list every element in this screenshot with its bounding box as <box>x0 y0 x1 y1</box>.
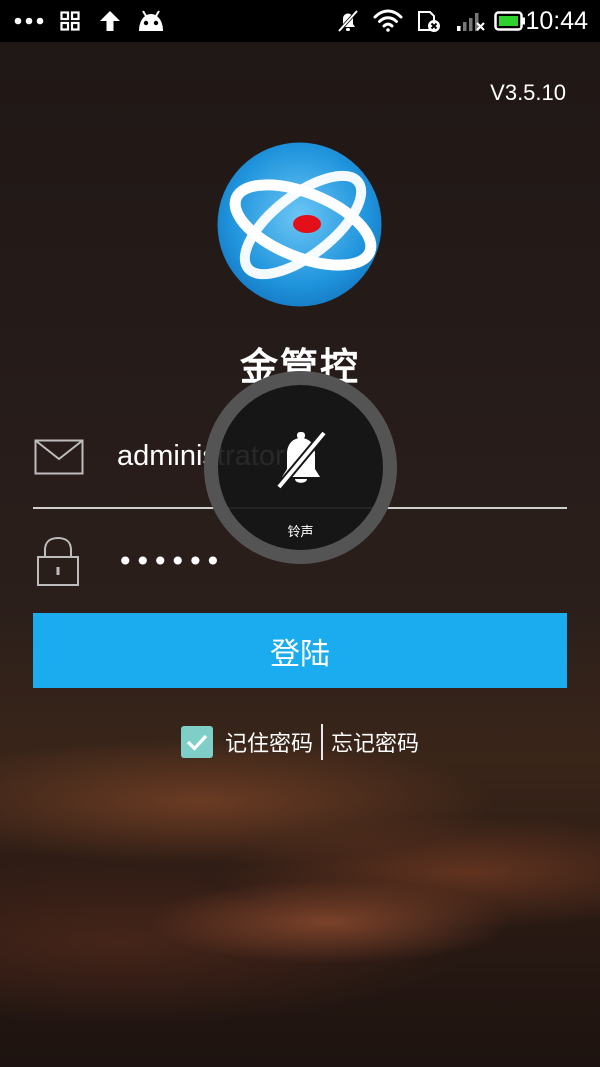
password-input[interactable]: •••••• <box>117 545 222 578</box>
wifi-icon <box>373 0 403 42</box>
ringer-label: 铃声 <box>287 525 314 540</box>
version-label: V3.5.10 <box>490 80 566 105</box>
status-time: 10:44 <box>525 7 588 35</box>
remember-checkbox[interactable] <box>181 726 213 758</box>
link-separator <box>321 724 324 760</box>
android-icon <box>136 0 166 42</box>
lock-icon <box>36 536 80 590</box>
upload-arrow-icon <box>98 0 122 42</box>
bell-muted-icon <box>266 423 336 497</box>
sim-off-icon <box>416 0 444 42</box>
signal-weak-icon <box>455 0 485 42</box>
apps-grid-icon <box>60 0 80 42</box>
more-dots-icon <box>14 0 44 42</box>
login-button[interactable]: 登陆 <box>33 613 567 688</box>
app-logo <box>213 142 386 307</box>
forgot-password-link[interactable]: 忘记密码 <box>331 726 419 758</box>
battery-icon <box>494 0 526 42</box>
ringer-mode-toast: 铃声 <box>204 371 397 564</box>
status-bar: 10:44 <box>0 0 600 42</box>
check-icon <box>186 734 208 751</box>
bell-muted-icon <box>336 0 360 42</box>
mail-icon <box>34 439 84 479</box>
remember-password-label[interactable]: 记住密码 <box>225 726 313 758</box>
remember-row: 记住密码 忘记密码 <box>181 724 419 760</box>
